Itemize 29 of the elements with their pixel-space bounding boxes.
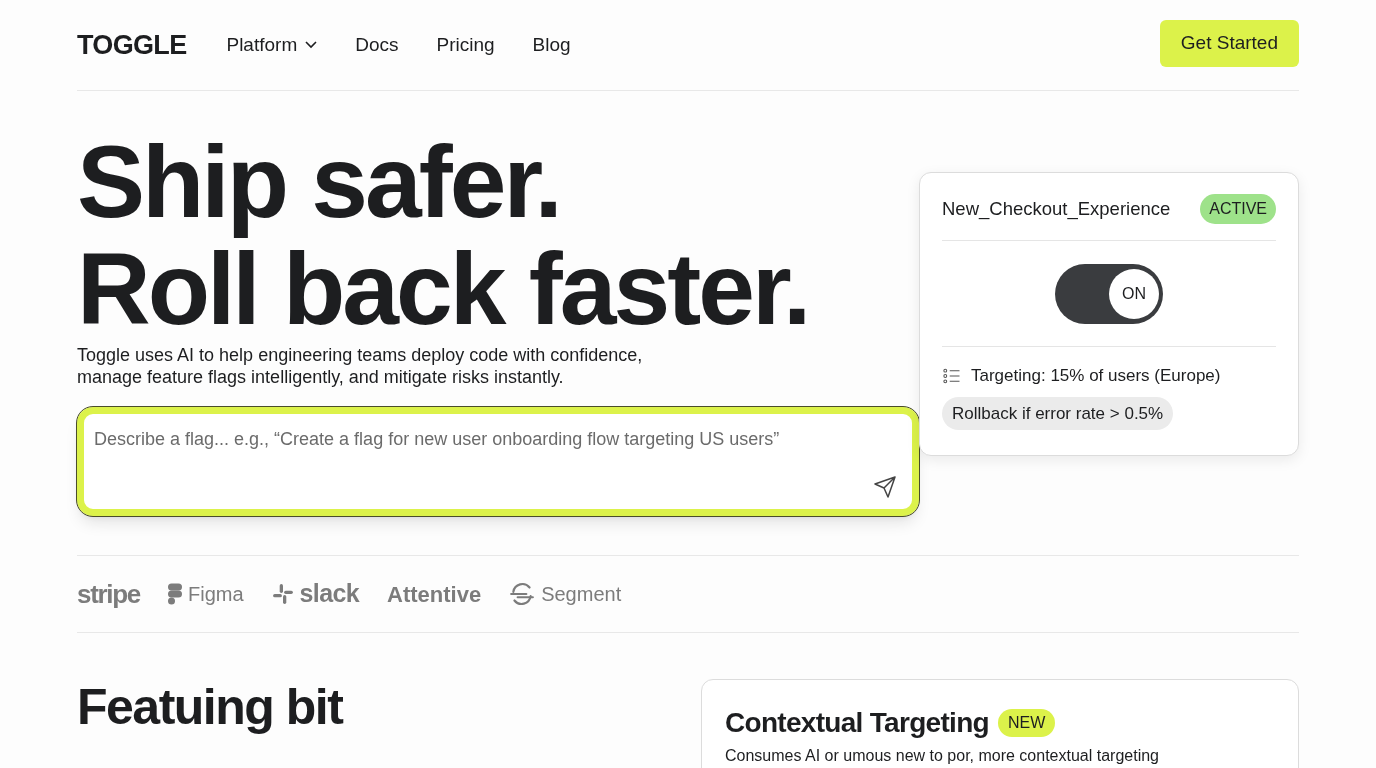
- logo[interactable]: TOGGLE: [77, 24, 187, 66]
- feature-description: Consumes AI or umous new to por, more contextual targeting: [725, 746, 1160, 766]
- get-started-button[interactable]: Get Started: [1159, 19, 1299, 67]
- nav-link[interactable]: Platform: [226, 30, 318, 60]
- nav-link[interactable]: Blog: [532, 30, 571, 60]
- brand-logo: Figma: [188, 582, 244, 607]
- nav-link[interactable]: Docs: [355, 30, 399, 60]
- toggle-switch[interactable]: ON: [1055, 263, 1163, 324]
- brand-logo: slack: [299, 578, 360, 610]
- slack-logo-icon: [271, 583, 294, 605]
- status-badge: ACTIVE: [1200, 193, 1276, 224]
- targeting-text: Targeting: 15% of users (Europe): [971, 365, 1221, 387]
- rollback-rule-chip: Rollback if error rate > 0.5%: [942, 396, 1174, 430]
- hero-headline: Ship safer. Roll back faster.: [77, 129, 810, 343]
- new-badge: NEW: [997, 709, 1056, 737]
- feature-title: Contextual Targeting: [725, 706, 989, 740]
- flag-name: New_Checkout_Experience: [942, 196, 1171, 222]
- brand-logo: Segment: [541, 582, 622, 607]
- nav-link[interactable]: Pricing: [436, 30, 495, 60]
- figma-logo-icon: [168, 582, 182, 606]
- prompt-field[interactable]: Describe a flag... e.g., “Create a flag for new user onboarding flow targeting US users”: [77, 407, 919, 516]
- brand-logo: stripe: [77, 577, 140, 611]
- segment-logo-icon: [509, 581, 536, 607]
- list-icon: [942, 367, 961, 384]
- send-icon[interactable]: [873, 475, 897, 499]
- brand-logo: Attentive: [387, 580, 482, 609]
- hero-subtitle: Toggle uses AI to help engineering teams deploy code with confidence, manage feature flags intelligently, and mitigate risks instantly.: [77, 344, 644, 388]
- toggle-knob: ON: [1109, 268, 1159, 319]
- section-heading: Featuing bit: [77, 679, 343, 737]
